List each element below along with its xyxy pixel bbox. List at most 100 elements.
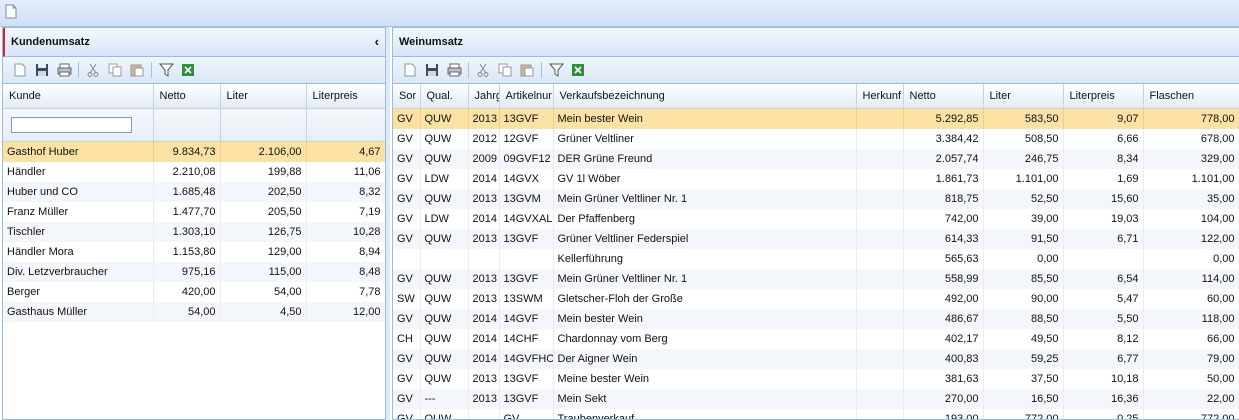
column-header-literpreis[interactable]: Literpreis [306,84,385,109]
column-header-jahrgang[interactable]: Jahrg [468,84,500,109]
table-cell: 2013 [468,389,500,409]
table-cell: 381,63 [903,369,984,389]
table-cell: 486,67 [903,309,984,329]
customer-filter-input[interactable] [11,117,132,133]
table-row[interactable]: GV QUW 2013 13GVF Meine bester Wein 381,63 37,… [393,369,1239,389]
left-toolbar [3,57,385,84]
print-icon[interactable] [443,60,465,80]
excel-export-icon[interactable] [177,60,199,80]
panel-splitter[interactable] [386,27,390,420]
table-row[interactable]: GV --- 2013 13GVF Mein Sekt 270,00 16,50 16,36 2… [393,389,1239,409]
column-header-netto[interactable]: Netto [153,84,221,109]
table-cell: 9,07 [1063,108,1144,129]
table-row[interactable]: CH QUW 2014 14CHF Chardonnay vom Berg 402,17 4… [393,329,1239,349]
table-cell: 508,50 [983,129,1064,149]
table-cell: Grüner Veltliner Federspiel [553,229,857,249]
table-cell: QUW [420,369,469,389]
column-header-liter[interactable]: Liter [220,84,307,109]
table-row[interactable]: Gasthof Huber 9.834,73 2.106,00 4,67 [3,141,385,162]
paste-icon[interactable] [126,60,148,80]
column-header-verkaufsbezeichnung[interactable]: Verkaufsbezeichnung [553,84,857,109]
table-cell [468,249,500,269]
table-row[interactable]: GV QUW 2013 13GVM Mein Grüner Veltliner Nr. … [393,189,1239,209]
table-row[interactable]: Händler 2.210,08 199,88 11,06 [3,162,385,182]
column-header-artikelnummer[interactable]: Artikelnur [499,84,554,109]
table-cell: GV [393,349,421,369]
customer-sales-table: Kunde Netto Liter Literpreis Gasthof Hub… [3,84,385,322]
paste-icon[interactable] [516,60,538,80]
table-cell: 12GVF [499,129,554,149]
table-cell: Chardonnay vom Berg [553,329,857,349]
table-cell [856,389,904,409]
table-cell: Der Aigner Wein [553,349,857,369]
table-cell: 678,00 [1143,129,1239,149]
table-row[interactable]: Gasthaus Müller 54,00 4,50 12,00 [3,302,385,322]
excel-export-icon[interactable] [567,60,589,80]
column-header-qualitaet[interactable]: Qual. [420,84,469,109]
wine-sales-table: Sor Qual. Jahrg Artikelnur Verkaufsbezei… [393,84,1239,419]
column-header-kunde[interactable]: Kunde [3,84,154,109]
table-cell: GV [393,309,421,329]
column-header-herkunft[interactable]: Herkunf [856,84,904,109]
filter-icon[interactable] [155,60,177,80]
new-document-icon[interactable] [5,4,17,19]
collapse-icon[interactable]: ‹ [375,28,379,56]
table-cell: 79,00 [1143,349,1239,369]
new-icon[interactable] [399,60,421,80]
table-row[interactable]: Div. Letzverbraucher 975,16 115,00 8,48 [3,262,385,282]
column-header-sorte[interactable]: Sor [393,84,421,109]
cut-icon[interactable] [82,60,104,80]
table-row[interactable]: SW QUW 2013 13SWM Gletscher-Floh der Große 49… [393,289,1239,309]
table-cell: 2014 [468,329,500,349]
column-header-literpreis[interactable]: Literpreis [1063,84,1144,109]
table-row[interactable]: Kellerführung 565,63 0,00 0,00 [393,249,1239,269]
table-cell: 0,25 [1063,409,1144,419]
new-icon[interactable] [9,60,31,80]
copy-icon[interactable] [104,60,126,80]
table-cell: 8,94 [306,242,385,262]
table-row[interactable]: GV QUW 2013 13GVF Mein Grüner Veltliner Nr. … [393,269,1239,289]
table-cell: 54,00 [220,282,307,302]
table-cell: 14GVFHOF [499,349,554,369]
table-cell: 91,50 [983,229,1064,249]
table-row[interactable]: Tischler 1.303,10 126,75 10,28 [3,222,385,242]
table-row[interactable]: Franz Müller 1.477,70 205,50 7,19 [3,202,385,222]
copy-icon[interactable] [494,60,516,80]
table-row[interactable]: GV QUW 2014 14GVF Mein bester Wein 486,67 88,5… [393,309,1239,329]
panel-title-bar: Weinumsatz [393,28,1239,57]
table-cell: QUW [420,149,469,169]
table-cell: Mein Grüner Veltliner Nr. 1 [553,189,857,209]
table-cell: Berger [3,282,154,302]
table-cell: 13GVF [499,269,554,289]
filter-icon[interactable] [545,60,567,80]
column-header-netto[interactable]: Netto [903,84,984,109]
table-row[interactable]: GV QUW 2012 12GVF Grüner Veltliner 3.384,42 50… [393,129,1239,149]
table-row[interactable]: GV QUW 2013 13GVF Grüner Veltliner Federspie… [393,229,1239,249]
table-row[interactable]: Huber und CO 1.685,48 202,50 8,32 [3,182,385,202]
table-cell: 818,75 [903,189,984,209]
column-header-flaschen[interactable]: Flaschen [1143,84,1239,109]
table-cell: 2013 [468,229,500,249]
table-row[interactable]: Berger 420,00 54,00 7,78 [3,282,385,302]
table-cell: 1.101,00 [1143,169,1239,189]
table-cell [856,149,904,169]
table-row[interactable]: Händler Mora 1.153,80 129,00 8,94 [3,242,385,262]
table-row[interactable]: GV QUW 2009 09GVF12 DER Grüne Freund 2.057,74… [393,149,1239,169]
table-cell: 14GVX [499,169,554,189]
table-cell: 19,03 [1063,209,1144,229]
column-header-liter[interactable]: Liter [983,84,1064,109]
table-row[interactable]: GV QUW GV Traubenverkauf 193,00 772,00 0,25 772… [393,409,1239,419]
table-cell: GV [499,409,554,419]
table-row[interactable]: GVLDW201414GVXALDDer Pfaffenberg 742,0039… [393,209,1239,229]
cut-icon[interactable] [472,60,494,80]
table-cell: 1.303,10 [153,222,221,242]
table-cell: QUW [420,349,469,369]
table-row[interactable]: GV LDW 2014 14GVX GV 1l Wöber 1.861,73 1.101,0… [393,169,1239,189]
table-cell: 778,00 [1143,108,1239,129]
print-icon[interactable] [53,60,75,80]
table-cell: 270,00 [903,389,984,409]
table-row[interactable]: GV QUW 2013 13GVF Mein bester Wein 5.292,85 58… [393,108,1239,129]
save-icon[interactable] [31,60,53,80]
save-icon[interactable] [421,60,443,80]
table-row[interactable]: GVQUW201414GVFHOFDer Aigner Wein 400,8359… [393,349,1239,369]
